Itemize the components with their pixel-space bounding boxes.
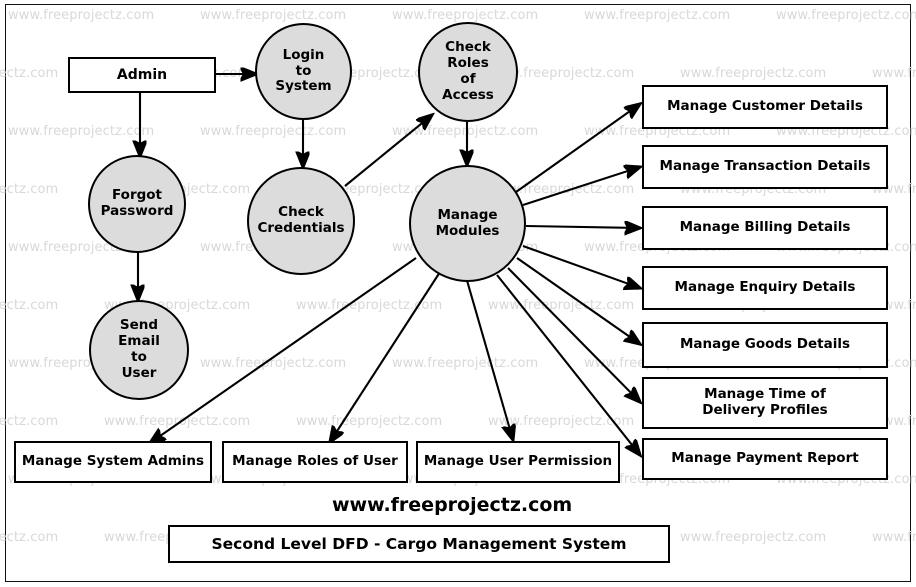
datastore-manage-enquiry-details-label: Manage Enquiry Details [674, 279, 856, 296]
diagram-caption-box: Second Level DFD - Cargo Management Syst… [168, 525, 670, 563]
process-send-email-to-user-label: Send Email to User [118, 317, 160, 381]
process-login-to-system[interactable]: Login to System [255, 23, 352, 120]
datastore-manage-roles-of-user-label: Manage Roles of User [232, 453, 398, 470]
process-send-email-to-user[interactable]: Send Email to User [89, 300, 189, 400]
process-check-credentials-label: Check Credentials [257, 204, 345, 236]
datastore-manage-goods-details-label: Manage Goods Details [679, 336, 851, 353]
process-check-roles-of-access-label: Check Roles of Access [442, 39, 494, 103]
external-entity-admin[interactable]: Admin [68, 57, 216, 93]
datastore-manage-user-permission[interactable]: Manage User Permission [416, 441, 620, 483]
external-entity-admin-label: Admin [116, 66, 168, 83]
datastore-manage-system-admins-label: Manage System Admins [21, 453, 205, 470]
datastore-manage-payment-report[interactable]: Manage Payment Report [642, 438, 888, 480]
datastore-manage-time-of-delivery-profiles-label: Manage Time of Delivery Profiles [702, 386, 828, 418]
datastore-manage-billing-details-label: Manage Billing Details [679, 219, 851, 236]
datastore-manage-payment-report-label: Manage Payment Report [671, 450, 859, 467]
datastore-manage-roles-of-user[interactable]: Manage Roles of User [222, 441, 408, 483]
datastore-manage-transaction-details-label: Manage Transaction Details [659, 158, 871, 175]
datastore-manage-user-permission-label: Manage User Permission [423, 453, 613, 470]
datastore-manage-goods-details[interactable]: Manage Goods Details [642, 322, 888, 368]
diagram-caption-label: Second Level DFD - Cargo Management Syst… [211, 534, 627, 553]
brand-watermark-text: www.freeprojectz.com [332, 494, 573, 516]
process-check-roles-of-access[interactable]: Check Roles of Access [418, 22, 518, 122]
datastore-manage-system-admins[interactable]: Manage System Admins [14, 441, 212, 483]
datastore-manage-customer-details-label: Manage Customer Details [667, 98, 863, 115]
process-check-credentials[interactable]: Check Credentials [247, 167, 355, 275]
process-login-to-system-label: Login to System [275, 46, 332, 95]
dfd-diagram-canvas: www.freeprojectz.com www.freeprojectz.com… [0, 0, 916, 587]
process-manage-modules[interactable]: Manage Modules [409, 165, 526, 282]
process-forgot-password-label: Forgot Password [100, 187, 174, 219]
process-forgot-password[interactable]: Forgot Password [88, 155, 186, 253]
datastore-manage-time-of-delivery-profiles[interactable]: Manage Time of Delivery Profiles [642, 377, 888, 429]
datastore-manage-billing-details[interactable]: Manage Billing Details [642, 206, 888, 250]
datastore-manage-customer-details[interactable]: Manage Customer Details [642, 85, 888, 129]
datastore-manage-transaction-details[interactable]: Manage Transaction Details [642, 145, 888, 189]
process-manage-modules-label: Manage Modules [435, 206, 500, 239]
datastore-manage-enquiry-details[interactable]: Manage Enquiry Details [642, 266, 888, 310]
